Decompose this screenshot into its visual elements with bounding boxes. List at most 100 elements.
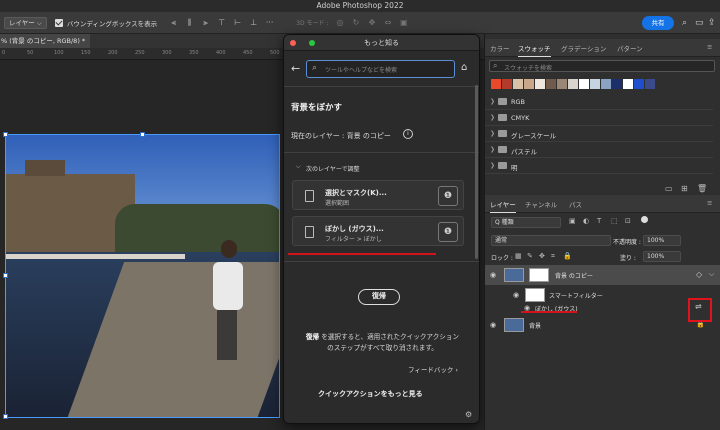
more-quick-actions-link[interactable]: クイックアクションをもっと見る: [318, 389, 423, 399]
layer-select[interactable]: レイヤー ⌵: [4, 16, 47, 29]
blend-mode-select[interactable]: 通常: [491, 235, 611, 246]
color-swatch[interactable]: [590, 79, 600, 89]
filter-pixel-icon[interactable]: ▣: [569, 217, 576, 225]
color-swatch[interactable]: [601, 79, 611, 89]
tab-swatches[interactable]: スウォッチ: [518, 43, 551, 57]
help-icon[interactable]: ❶: [438, 186, 458, 206]
select-and-mask-card[interactable]: 選択とマスク(K)... 選択範囲 ❶: [292, 180, 464, 210]
lock-artboard-icon[interactable]: ⌗: [551, 252, 555, 261]
lock-pixels-icon[interactable]: ▦: [515, 252, 522, 260]
feedback-link[interactable]: フィードバック ›: [408, 364, 458, 374]
transform-handle[interactable]: [3, 273, 8, 278]
layer-name: 背景 のコピー: [555, 273, 593, 280]
swatch-search-input[interactable]: ⌕ スウォッチを検索: [489, 60, 715, 72]
share-icon[interactable]: ⇪: [708, 18, 716, 28]
color-swatch[interactable]: [491, 79, 501, 89]
color-swatch[interactable]: [623, 79, 633, 89]
workspace-icon[interactable]: ▭: [695, 18, 704, 28]
orbit-icon[interactable]: ◎: [335, 18, 344, 27]
more-options-icon[interactable]: ···: [265, 18, 274, 27]
transform-bounding-box[interactable]: [5, 134, 280, 418]
pan-icon[interactable]: ✥: [367, 18, 376, 27]
filter-type-icon[interactable]: T: [597, 217, 601, 225]
help-icon[interactable]: ❶: [438, 222, 458, 242]
search-icon[interactable]: ⌕: [682, 18, 687, 28]
revert-button[interactable]: 復帰: [358, 289, 400, 305]
scale-icon[interactable]: ▣: [399, 18, 408, 27]
close-dot-icon[interactable]: [290, 40, 296, 46]
swatch-folder[interactable]: ❯ パステル: [485, 142, 713, 158]
tab-color[interactable]: カラー: [490, 43, 510, 53]
lock-move-icon[interactable]: ✥: [539, 252, 545, 260]
color-swatch[interactable]: [579, 79, 589, 89]
swatch-folder[interactable]: ❯ 明: [485, 158, 713, 174]
align-top-icon[interactable]: ⊤: [217, 18, 226, 27]
learn-panel: もっと知る ← ⌕ ツールやヘルプなどを検索 ⌂ 背景をぼかす 現在のレイヤー …: [283, 34, 480, 424]
swatch-folder[interactable]: ❯ CMYK: [485, 110, 713, 126]
color-swatch[interactable]: [568, 79, 578, 89]
filter-toggle-icon[interactable]: [641, 216, 648, 223]
back-arrow-icon[interactable]: ←: [291, 62, 300, 75]
new-swatch-icon[interactable]: ⊞: [681, 184, 688, 193]
tab-gradients[interactable]: グラデーション: [561, 43, 606, 53]
transform-handle[interactable]: [140, 132, 145, 137]
color-swatch[interactable]: [502, 79, 512, 89]
align-middle-icon[interactable]: ⊢: [233, 18, 242, 27]
tab-patterns[interactable]: パターン: [617, 43, 643, 53]
filter-adjust-icon[interactable]: ◐: [583, 217, 589, 225]
info-icon[interactable]: i: [403, 129, 413, 139]
layer-row-background[interactable]: ◉ 背景 🔒: [485, 315, 720, 335]
eye-icon[interactable]: ◉: [513, 291, 519, 299]
eye-icon[interactable]: ◉: [490, 271, 496, 279]
align-center-icon[interactable]: ⫼: [185, 18, 194, 27]
color-swatch[interactable]: [634, 79, 644, 89]
chevron-down-icon[interactable]: ⌵: [709, 270, 714, 279]
document-icon: [305, 226, 314, 238]
fill-field[interactable]: 100%: [643, 251, 681, 262]
layer-kind-filter[interactable]: Q 種類: [491, 217, 561, 228]
lock-paint-icon[interactable]: ✎: [527, 252, 533, 260]
card-subtitle: 選択範囲: [325, 200, 350, 207]
tab-paths[interactable]: パス: [569, 199, 582, 209]
document-tab[interactable]: % (背景 のコピー, RGB/8) *: [0, 34, 90, 48]
color-swatch[interactable]: [513, 79, 523, 89]
chevron-down-icon[interactable]: ⌵: [296, 163, 301, 171]
transform-handle[interactable]: [3, 414, 8, 419]
swatch-folder[interactable]: ❯ グレースケール: [485, 126, 713, 142]
filter-smart-icon[interactable]: ⊡: [625, 217, 631, 225]
gear-icon[interactable]: ⚙: [465, 410, 472, 419]
new-group-icon[interactable]: ▭: [665, 184, 673, 193]
panel-menu-icon[interactable]: ≡: [707, 199, 712, 207]
layer-row-bg-copy[interactable]: ◉ 背景 のコピー ◇ ⌵: [485, 265, 720, 285]
color-swatch[interactable]: [546, 79, 556, 89]
color-swatch[interactable]: [557, 79, 567, 89]
home-icon[interactable]: ⌂: [461, 62, 467, 73]
color-swatch[interactable]: [645, 79, 655, 89]
color-swatch[interactable]: [524, 79, 534, 89]
align-left-icon[interactable]: ⫷: [169, 18, 178, 27]
trash-icon[interactable]: 🗑: [697, 184, 707, 193]
tab-channels[interactable]: チャンネル: [525, 199, 557, 209]
roll-icon[interactable]: ↻: [351, 18, 360, 27]
align-right-icon[interactable]: ⫸: [201, 18, 210, 27]
filter-shape-icon[interactable]: ⬚: [611, 217, 618, 225]
opacity-field[interactable]: 100%: [643, 235, 681, 246]
share-button[interactable]: 共有: [642, 16, 674, 30]
transform-handle[interactable]: [3, 132, 8, 137]
lock-all-icon[interactable]: 🔒: [563, 252, 572, 260]
color-swatch[interactable]: [535, 79, 545, 89]
slide-icon[interactable]: ⇔: [383, 18, 392, 27]
panel-menu-icon[interactable]: ≡: [707, 43, 712, 51]
scrollbar[interactable]: [475, 85, 478, 259]
swatch-folder[interactable]: ❯ RGB: [485, 94, 713, 110]
bbox-checkbox[interactable]: [54, 18, 63, 27]
learn-search-input[interactable]: ⌕ ツールやヘルプなどを検索: [306, 60, 455, 78]
gaussian-blur-card[interactable]: ぼかし (ガウス)... フィルター > ぼかし ❶: [292, 216, 464, 246]
align-bottom-icon[interactable]: ⊥: [249, 18, 258, 27]
layer-mask-thumbnail: [529, 268, 549, 282]
tab-layers[interactable]: レイヤー: [490, 199, 516, 213]
folder-icon: [498, 146, 507, 153]
color-swatch[interactable]: [612, 79, 622, 89]
zoom-dot-icon[interactable]: [309, 40, 315, 46]
eye-icon[interactable]: ◉: [490, 321, 496, 329]
